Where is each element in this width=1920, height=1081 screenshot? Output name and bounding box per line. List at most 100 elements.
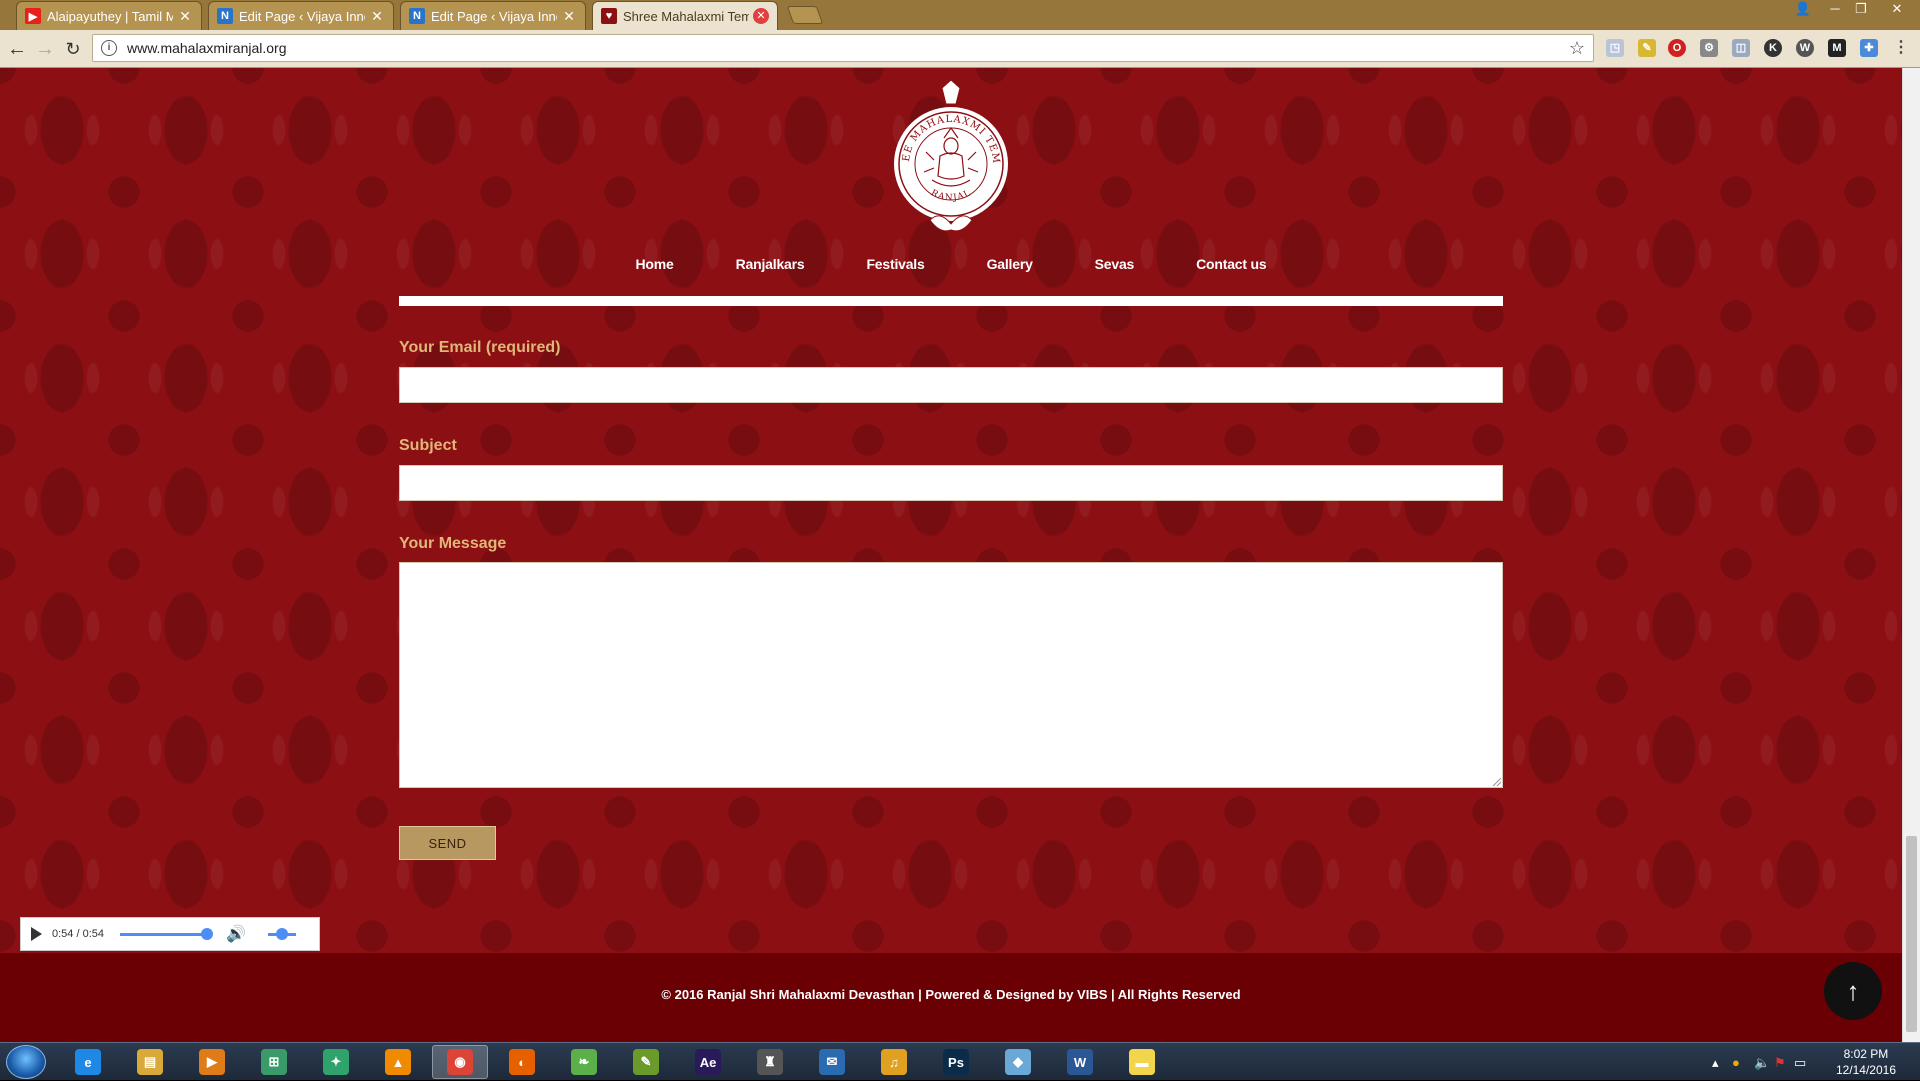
site-info-icon[interactable]: i bbox=[101, 40, 117, 56]
taskbar-button[interactable]: ♫ bbox=[866, 1045, 922, 1079]
taskbar-button[interactable]: ▲ bbox=[370, 1045, 426, 1079]
nav-gallery[interactable]: Gallery bbox=[956, 256, 1064, 282]
thunderbird-icon: ✉ bbox=[819, 1049, 845, 1075]
scroll-to-top-button[interactable]: ↑ bbox=[1824, 962, 1882, 1020]
taskbar-button[interactable]: W bbox=[1052, 1045, 1108, 1079]
eraser-app-icon: ◆ bbox=[1005, 1049, 1031, 1075]
clock-date: 12/14/2016 bbox=[1835, 1063, 1896, 1077]
audio-player: 0:54 / 0:54 🔊 bbox=[20, 917, 320, 951]
file-explorer-icon: ▤ bbox=[137, 1049, 163, 1075]
subject-field[interactable] bbox=[399, 465, 1503, 501]
play-icon[interactable] bbox=[31, 927, 42, 941]
reload-button[interactable]: ↻ bbox=[60, 36, 86, 62]
close-tab-icon[interactable]: ✕ bbox=[753, 8, 769, 24]
show-hidden-icons-icon[interactable]: ▴ bbox=[1712, 1055, 1719, 1071]
wordpress-extension-icon[interactable]: W bbox=[1796, 39, 1814, 57]
close-window-button[interactable]: ✕ bbox=[1880, 0, 1914, 20]
forward-button[interactable]: → bbox=[32, 36, 58, 62]
extension-icon[interactable]: ◳ bbox=[1606, 39, 1624, 57]
taskbar-button[interactable]: ♜ bbox=[742, 1045, 798, 1079]
restore-button[interactable]: ❐ bbox=[1848, 0, 1874, 20]
temple-logo[interactable]: SHREE MAHALAXMI TEMPLE RANJAL bbox=[890, 80, 1012, 240]
new-tab-button[interactable] bbox=[786, 6, 824, 24]
taskbar-button[interactable]: ◆ bbox=[990, 1045, 1046, 1079]
minimize-button[interactable]: ─ bbox=[1822, 0, 1848, 20]
scrollbar-thumb[interactable] bbox=[1906, 836, 1917, 1032]
resize-grip-icon[interactable] bbox=[1493, 778, 1501, 786]
taskbar-button[interactable]: ✉ bbox=[804, 1045, 860, 1079]
nav-festivals[interactable]: Festivals bbox=[835, 256, 955, 282]
volume-slider[interactable] bbox=[267, 927, 296, 940]
wordpress-edit-icon: N bbox=[409, 8, 425, 24]
tab-title: Edit Page ‹ Vijaya Innova bbox=[239, 8, 365, 24]
taskbar-button[interactable]: ▤ bbox=[122, 1045, 178, 1079]
site-footer: © 2016 Ranjal Shri Mahalaxmi Devasthan |… bbox=[0, 953, 1902, 1042]
name-field-partial[interactable] bbox=[399, 296, 1503, 306]
tab-title: Alaipayuthey | Tamil Mo bbox=[47, 8, 173, 24]
message-textarea[interactable] bbox=[399, 562, 1503, 788]
start-button[interactable] bbox=[6, 1045, 46, 1079]
taskbar-button[interactable]: ✦ bbox=[308, 1045, 364, 1079]
browser-tab-strip: ▶ Alaipayuthey | Tamil Mo ✕ N Edit Page … bbox=[0, 0, 1920, 30]
taskbar-button[interactable]: ▬ bbox=[1114, 1045, 1170, 1079]
taskbar-button[interactable]: ❧ bbox=[556, 1045, 612, 1079]
wordpress-edit-icon: N bbox=[217, 8, 233, 24]
youtube-icon: ▶ bbox=[25, 8, 41, 24]
send-button[interactable]: SEND bbox=[399, 826, 496, 860]
network-app-icon: ⊞ bbox=[261, 1049, 287, 1075]
app-green-icon: ✦ bbox=[323, 1049, 349, 1075]
word-document-icon: W bbox=[1067, 1049, 1093, 1075]
volume-tray-icon[interactable]: 🔈 bbox=[1754, 1055, 1770, 1071]
profile-icon[interactable]: 👤 bbox=[1790, 0, 1816, 20]
inkscape-icon: ♜ bbox=[757, 1049, 783, 1075]
taskbar-button[interactable]: ◐ bbox=[494, 1045, 550, 1079]
taskbar-button[interactable]: ✎ bbox=[618, 1045, 674, 1079]
browser-tab[interactable]: ▶ Alaipayuthey | Tamil Mo ✕ bbox=[16, 1, 202, 30]
browser-tab-active[interactable]: ♥ Shree Mahalaxmi Templ ✕ bbox=[592, 1, 778, 30]
extension-icon[interactable]: ⚙ bbox=[1700, 39, 1718, 57]
extension-icon[interactable]: ◫ bbox=[1732, 39, 1750, 57]
close-tab-icon[interactable]: ✕ bbox=[369, 8, 385, 24]
bookmark-star-icon[interactable]: ☆ bbox=[1569, 38, 1585, 59]
sticky-notes-icon: ▬ bbox=[1129, 1049, 1155, 1075]
nav-sevas[interactable]: Sevas bbox=[1064, 256, 1165, 282]
system-clock[interactable]: 8:02 PM 12/14/2016 bbox=[1836, 1046, 1896, 1078]
notepad-app-icon: ✎ bbox=[633, 1049, 659, 1075]
extension-pencil-icon[interactable]: ✎ bbox=[1638, 39, 1656, 57]
action-center-flag-icon[interactable]: ⚑ bbox=[1774, 1055, 1786, 1071]
taskbar-button[interactable]: ▶ bbox=[184, 1045, 240, 1079]
taskbar-button[interactable]: e bbox=[60, 1045, 116, 1079]
seek-knob[interactable] bbox=[201, 927, 213, 940]
photoshop-icon: Ps bbox=[943, 1049, 969, 1075]
taskbar-button[interactable]: ◉ bbox=[432, 1045, 488, 1079]
taskbar-button[interactable]: ⊞ bbox=[246, 1045, 302, 1079]
chrome-menu-icon[interactable]: ⋮ bbox=[1892, 39, 1910, 57]
firefox-icon: ◐ bbox=[509, 1049, 535, 1075]
back-button[interactable]: ← bbox=[4, 36, 30, 62]
taskbar-button[interactable]: Ae bbox=[680, 1045, 736, 1079]
nav-ranjalkars[interactable]: Ranjalkars bbox=[705, 256, 836, 282]
opera-extension-icon[interactable]: O bbox=[1668, 39, 1686, 57]
audio-seek-slider[interactable] bbox=[120, 927, 213, 940]
network-tray-icon[interactable]: ▭ bbox=[1794, 1055, 1806, 1071]
close-tab-icon[interactable]: ✕ bbox=[561, 8, 577, 24]
audio-time: 0:54 / 0:54 bbox=[52, 928, 104, 940]
extension-m-icon[interactable]: M bbox=[1828, 39, 1846, 57]
tray-app-icon[interactable]: ● bbox=[1732, 1055, 1740, 1070]
extension-icon[interactable]: ✚ bbox=[1860, 39, 1878, 57]
nav-home[interactable]: Home bbox=[605, 256, 705, 282]
close-tab-icon[interactable]: ✕ bbox=[177, 8, 193, 24]
app-leaf-icon: ❧ bbox=[571, 1049, 597, 1075]
nav-contact-us[interactable]: Contact us bbox=[1165, 256, 1297, 282]
browser-toolbar: ← → ↻ i www.mahalaxmiranjal.org ☆ ◳ ✎ O … bbox=[0, 30, 1920, 68]
extension-k-icon[interactable]: K bbox=[1764, 39, 1782, 57]
page-scrollbar[interactable] bbox=[1902, 68, 1920, 1042]
volume-icon[interactable]: 🔊 bbox=[226, 924, 246, 944]
email-field[interactable] bbox=[399, 367, 1503, 403]
volume-knob[interactable] bbox=[275, 927, 288, 940]
address-bar[interactable]: i www.mahalaxmiranjal.org ☆ bbox=[92, 34, 1594, 62]
browser-tab[interactable]: N Edit Page ‹ Vijaya Innova ✕ bbox=[208, 1, 394, 30]
web-page: SHREE MAHALAXMI TEMPLE RANJAL Home Ranja… bbox=[0, 68, 1902, 1042]
taskbar-button[interactable]: Ps bbox=[928, 1045, 984, 1079]
browser-tab[interactable]: N Edit Page ‹ Vijaya Innova ✕ bbox=[400, 1, 586, 30]
